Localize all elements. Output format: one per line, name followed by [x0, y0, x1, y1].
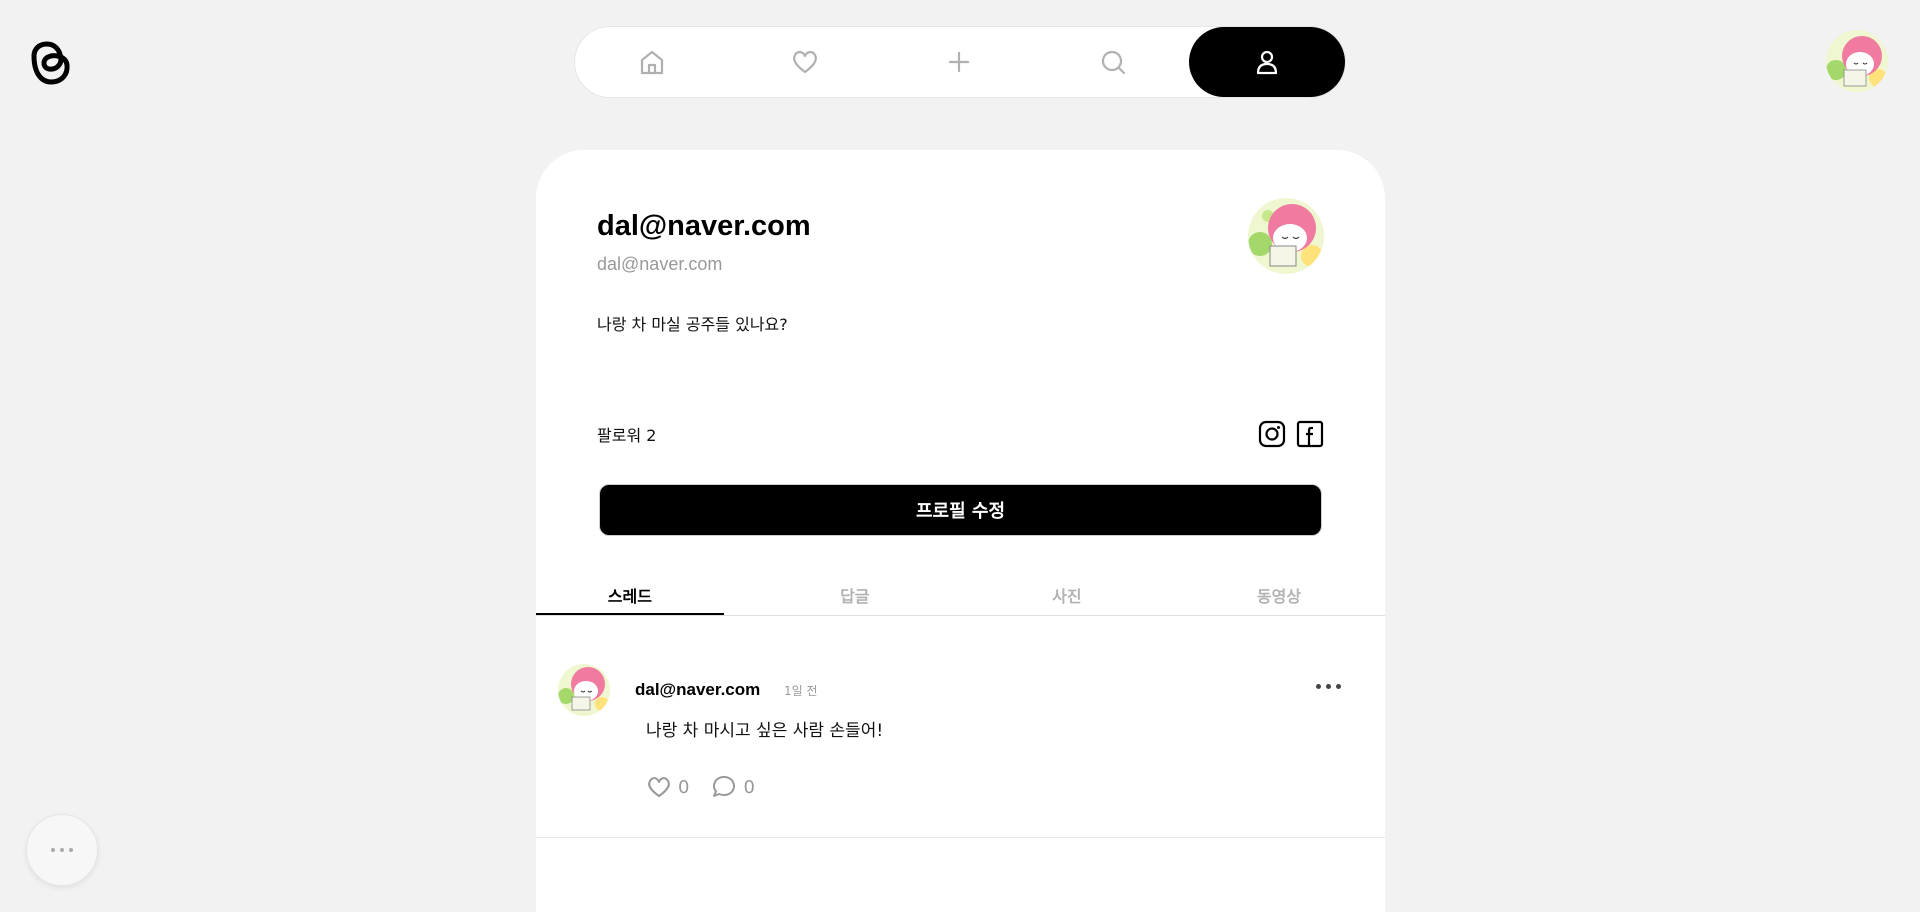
like-count: 0 — [678, 776, 690, 798]
top-navigation — [574, 26, 1346, 98]
edit-profile-button[interactable]: 프로필 수정 — [599, 484, 1322, 536]
post-timestamp: 1일 전 — [784, 684, 818, 698]
post-text: 나랑 차 마시고 싶은 사람 손들어! — [646, 721, 884, 741]
profile-handle: dal@naver.com — [597, 254, 723, 274]
profile-card: dal@naver.com dal@naver.com 나랑 차 마실 공주들 … — [536, 150, 1385, 912]
like-button[interactable]: 0 — [646, 774, 689, 800]
tab-videos[interactable]: 동영상 — [1173, 578, 1385, 615]
profile-bio: 나랑 차 마실 공주들 있나요? — [597, 315, 788, 334]
profile-icon — [1257, 50, 1278, 75]
social-links — [1258, 420, 1324, 448]
nav-profile[interactable] — [1189, 27, 1345, 97]
nav-home[interactable] — [575, 27, 729, 97]
instagram-icon[interactable] — [1258, 420, 1286, 448]
post-username[interactable]: dal@naver.com — [635, 680, 760, 700]
profile-username: dal@naver.com — [597, 210, 811, 242]
post-avatar[interactable] — [558, 664, 610, 716]
account-avatar[interactable] — [1826, 30, 1888, 92]
thread-post[interactable]: dal@naver.com 1일 전 나랑 차 마시고 싶은 사람 손들어! 0… — [536, 658, 1385, 838]
home-icon — [640, 50, 663, 75]
profile-tabs: 스레드 답글 사진 동영상 — [536, 578, 1385, 616]
heart-icon — [648, 777, 670, 797]
tab-photos[interactable]: 사진 — [961, 578, 1173, 615]
nav-create[interactable] — [882, 27, 1036, 97]
nav-activity[interactable] — [729, 27, 883, 97]
comment-count: 0 — [743, 776, 755, 798]
profile-avatar[interactable] — [1248, 198, 1324, 274]
tab-replies[interactable]: 답글 — [749, 578, 961, 615]
followers-count[interactable]: 팔로워 2 — [597, 422, 656, 446]
comment-icon — [713, 776, 736, 797]
more-dots-icon — [51, 848, 55, 852]
facebook-icon[interactable] — [1296, 420, 1324, 448]
comment-button[interactable]: 0 — [711, 774, 755, 800]
search-icon — [1101, 50, 1125, 75]
tab-threads[interactable]: 스레드 — [536, 578, 724, 615]
post-actions: 0 0 — [646, 774, 755, 800]
more-options-icon[interactable] — [1308, 678, 1348, 694]
more-menu-button[interactable] — [26, 814, 98, 886]
heart-icon — [793, 51, 818, 74]
nav-search[interactable] — [1036, 27, 1190, 97]
plus-icon — [948, 51, 970, 73]
threads-logo-icon[interactable] — [24, 32, 74, 90]
